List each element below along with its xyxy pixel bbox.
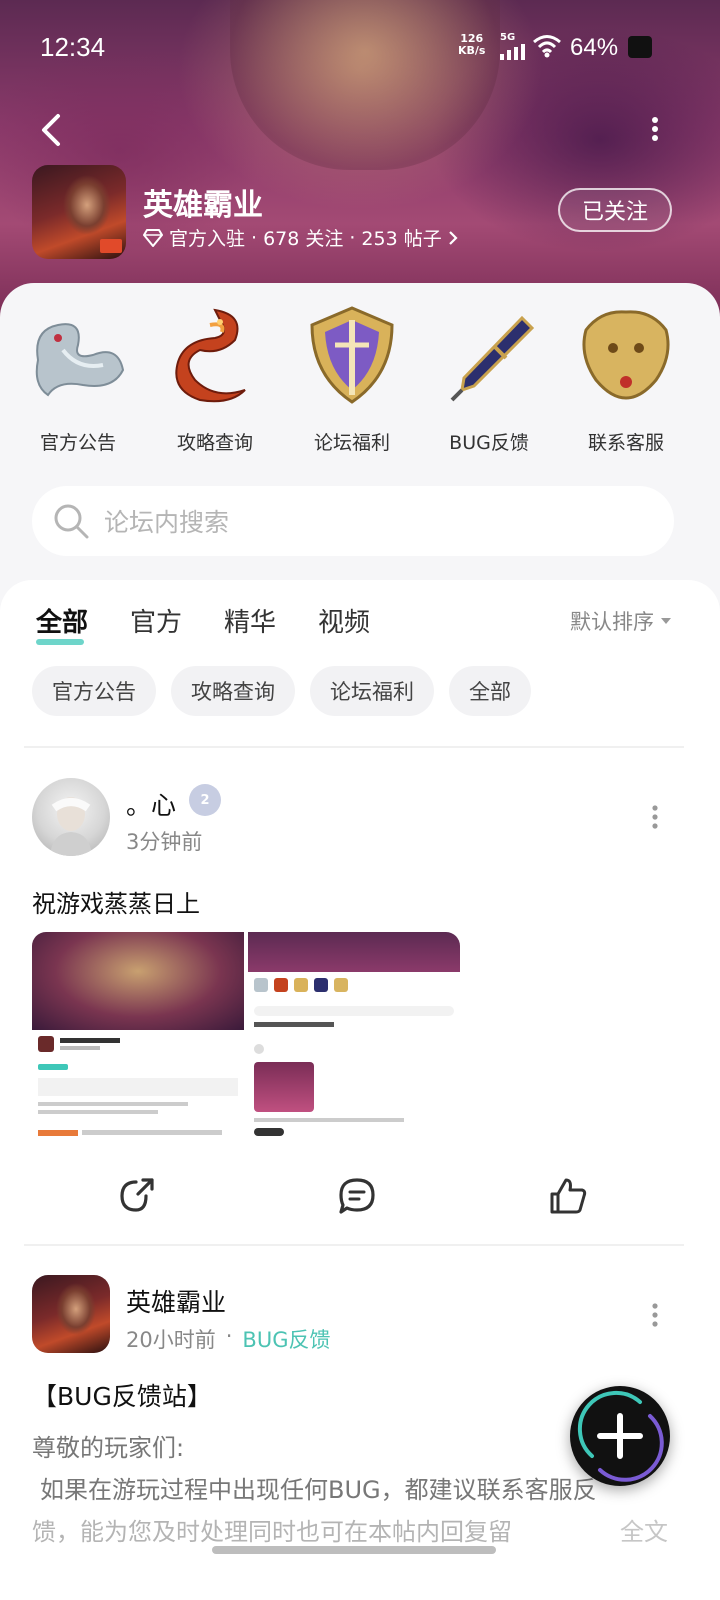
back-icon[interactable] [36,112,66,148]
avatar-figure [50,797,92,856]
post-count: 253 帖子 [361,228,442,250]
plus-icon [577,1390,664,1482]
tab-active-indicator [36,639,84,645]
wifi-icon [533,35,561,58]
net-speed-unit: KB/s [458,44,486,57]
post-image[interactable] [248,932,460,1144]
diamond-icon [143,228,163,247]
quick-links: 官方公告 攻略查询 论坛福利 BUG反馈 联系客服 [0,300,720,460]
battery-icon [628,36,652,58]
page-title: 英雄霸业 [143,188,263,223]
chip-announcement[interactable]: 官方公告 [32,666,156,716]
comment-icon[interactable] [335,1174,379,1218]
feed-tabs: 全部 官方 精华 视频 [36,602,370,645]
quick-link-label: 攻略查询 [176,432,253,454]
search-icon [54,504,89,539]
gold-lion-icon [582,310,670,400]
meta-separator: · [225,1324,233,1348]
net-speed: 126 KB/s [458,33,485,57]
post-more-icon[interactable] [646,804,664,830]
avatar[interactable] [32,1275,110,1353]
pen-icon [450,315,535,402]
fire-dragon-icon [175,308,246,403]
category-chips: 官方公告 攻略查询 论坛福利 全部 [32,666,531,716]
quick-link-bug[interactable]: BUG反馈 [421,300,557,455]
quick-link-welfare[interactable]: 论坛福利 [284,300,420,455]
tab-featured[interactable]: 精华 [224,602,276,639]
network-type: 5G [500,32,516,43]
user-level-badge: 2 [189,784,221,816]
game-logo[interactable] [32,165,126,259]
post-image[interactable] [32,932,244,1144]
official-label: 官方入驻 [169,228,246,250]
post-title: 【BUG反馈站】 [32,1382,212,1411]
follow-count: 678 关注 [263,228,344,250]
post-time: 20小时前 [126,1328,216,1352]
chevron-right-icon [448,230,458,245]
post-actions [0,1174,720,1218]
sort-label: 默认排序 [570,610,654,634]
divider [24,1244,684,1246]
post-category[interactable]: BUG反馈 [242,1324,330,1354]
quick-link-label: 官方公告 [39,432,116,454]
chip-welfare[interactable]: 论坛福利 [310,666,434,716]
avatar[interactable] [32,778,110,856]
meta-separator: · [349,226,356,249]
battery-percent: 64% [570,34,619,61]
sort-dropdown[interactable]: 默认排序 [570,606,672,636]
divider [24,746,684,748]
quick-link-announcement[interactable]: 官方公告 [10,300,146,455]
share-icon[interactable] [116,1174,160,1218]
quick-link-label: 联系客服 [587,432,664,454]
logo-tag [100,239,122,253]
create-post-button[interactable] [570,1386,670,1486]
forum-meta[interactable]: 官方入驻 · 678 关注 · 253 帖子 [143,224,458,251]
signal-icon [500,44,525,60]
silver-dragon-icon [35,323,125,397]
post-text: 祝游戏蒸蒸日上 [32,890,200,918]
post-more-icon[interactable] [646,1302,664,1328]
gold-shield-icon [310,306,394,404]
more-options-icon[interactable] [646,116,664,142]
post-author[interactable]: 英雄霸业 [126,1283,226,1319]
quick-link-guide[interactable]: 攻略查询 [147,300,283,455]
quick-link-support[interactable]: 联系客服 [558,300,694,455]
tab-official[interactable]: 官方 [130,602,182,639]
expand-full-link[interactable]: 全文 [620,1511,668,1553]
meta-separator: · [251,226,258,249]
level-value: 2 [200,792,210,808]
forum-search-bar[interactable]: 论坛内搜索 [32,486,674,556]
home-indicator[interactable] [212,1546,496,1554]
tab-video[interactable]: 视频 [318,602,370,639]
post-author[interactable]: 。心 [126,786,176,822]
like-icon[interactable] [546,1174,590,1218]
post-body-text: 馈，能为您及时处理同时也可在本帖内回复留 [32,1518,512,1546]
post-time: 3分钟前 [126,830,203,854]
chip-all[interactable]: 全部 [449,666,531,716]
caret-down-icon [661,618,671,624]
follow-button[interactable]: 已关注 [558,188,672,232]
status-time: 12:34 [40,32,106,62]
status-bar: 12:34 126 KB/s 5G 64% [0,24,720,72]
tab-label: 全部 [36,608,89,638]
tab-all[interactable]: 全部 [36,602,89,645]
chip-guide[interactable]: 攻略查询 [171,666,295,716]
post-meta: 20小时前 · BUG反馈 [126,1324,330,1354]
quick-link-label: BUG反馈 [449,432,529,454]
quick-link-label: 论坛福利 [313,432,390,454]
search-input[interactable]: 论坛内搜索 [104,503,229,539]
